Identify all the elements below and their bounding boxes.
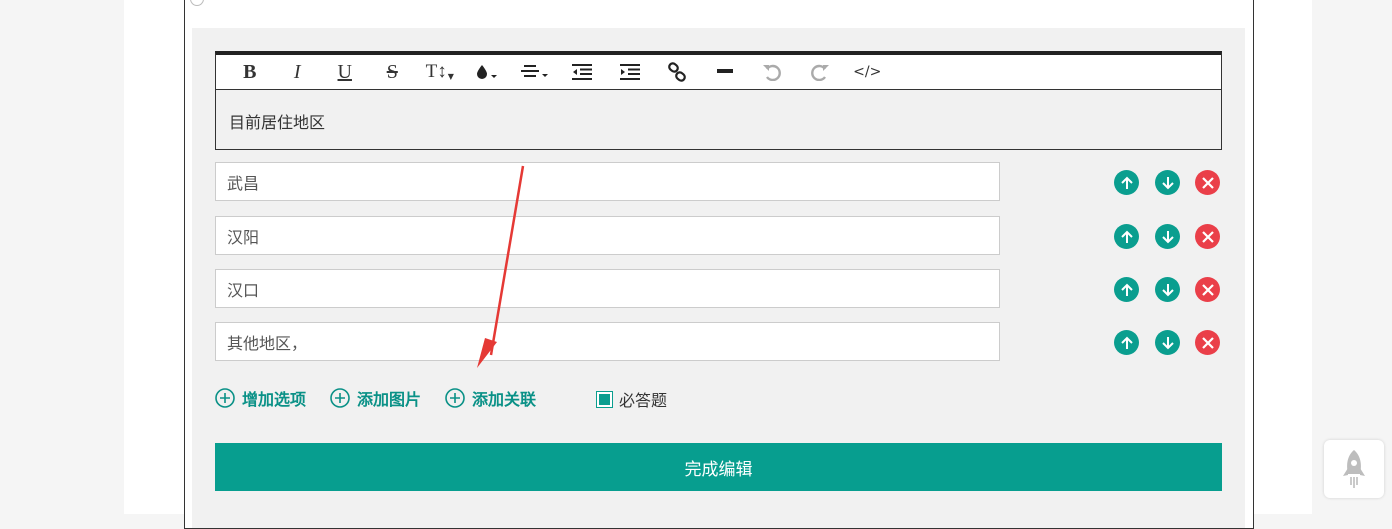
- link-icon[interactable]: [654, 55, 702, 89]
- option-actions: 增加选项 添加图片 添加关联: [215, 384, 560, 412]
- option-input[interactable]: [215, 162, 1000, 201]
- underline-icon[interactable]: U: [321, 55, 369, 89]
- editor-toolbar: B I U S T↕ ▼ </>: [216, 55, 1221, 90]
- option-row: [215, 322, 1222, 361]
- move-up-icon[interactable]: [1114, 170, 1139, 195]
- code-icon[interactable]: </>: [844, 55, 892, 89]
- option-row: [215, 269, 1222, 308]
- question-title[interactable]: 目前居住地区: [229, 109, 325, 133]
- delete-icon[interactable]: [1195, 330, 1220, 355]
- add-relation-label: 添加关联: [472, 390, 537, 409]
- font-size-icon[interactable]: T↕ ▼: [416, 55, 464, 89]
- checkbox-checked-icon: [596, 390, 613, 408]
- align-icon[interactable]: [511, 55, 559, 89]
- add-option-label: 增加选项: [242, 390, 307, 409]
- move-down-icon[interactable]: [1155, 224, 1180, 249]
- move-down-icon[interactable]: [1155, 170, 1180, 195]
- option-input[interactable]: [215, 216, 1000, 255]
- finish-edit-button[interactable]: 完成编辑: [215, 443, 1222, 491]
- delete-icon[interactable]: [1195, 277, 1220, 302]
- delete-icon[interactable]: [1195, 170, 1220, 195]
- italic-icon[interactable]: I: [274, 55, 322, 89]
- plus-circle-icon: [445, 388, 465, 408]
- option-row: [215, 162, 1222, 201]
- required-label: 必答题: [619, 391, 668, 410]
- move-down-icon[interactable]: [1155, 330, 1180, 355]
- move-up-icon[interactable]: [1114, 224, 1139, 249]
- option-input[interactable]: [215, 269, 1000, 308]
- bold-icon[interactable]: B: [226, 55, 274, 89]
- back-to-top-rocket-icon[interactable]: [1324, 440, 1384, 498]
- strikethrough-icon[interactable]: S: [369, 55, 417, 89]
- option-input[interactable]: [215, 322, 1000, 361]
- add-option-button[interactable]: 增加选项: [215, 386, 306, 410]
- indent-decrease-icon[interactable]: [559, 55, 607, 89]
- horizontal-rule-icon[interactable]: [701, 55, 749, 89]
- move-down-icon[interactable]: [1155, 277, 1180, 302]
- text-color-icon[interactable]: [464, 55, 512, 89]
- add-image-label: 添加图片: [357, 390, 422, 409]
- required-checkbox[interactable]: 必答题: [596, 387, 667, 411]
- indent-increase-icon[interactable]: [606, 55, 654, 89]
- move-up-icon[interactable]: [1114, 330, 1139, 355]
- delete-icon[interactable]: [1195, 224, 1220, 249]
- plus-circle-icon: [330, 388, 350, 408]
- option-row: [215, 216, 1222, 255]
- plus-circle-icon: [215, 388, 235, 408]
- undo-icon[interactable]: [749, 55, 797, 89]
- rich-text-editor[interactable]: B I U S T↕ ▼ </> 目前居住地区: [215, 51, 1222, 150]
- redo-icon[interactable]: [796, 55, 844, 89]
- add-image-button[interactable]: 添加图片: [330, 386, 421, 410]
- move-up-icon[interactable]: [1114, 277, 1139, 302]
- add-relation-button[interactable]: 添加关联: [445, 386, 536, 410]
